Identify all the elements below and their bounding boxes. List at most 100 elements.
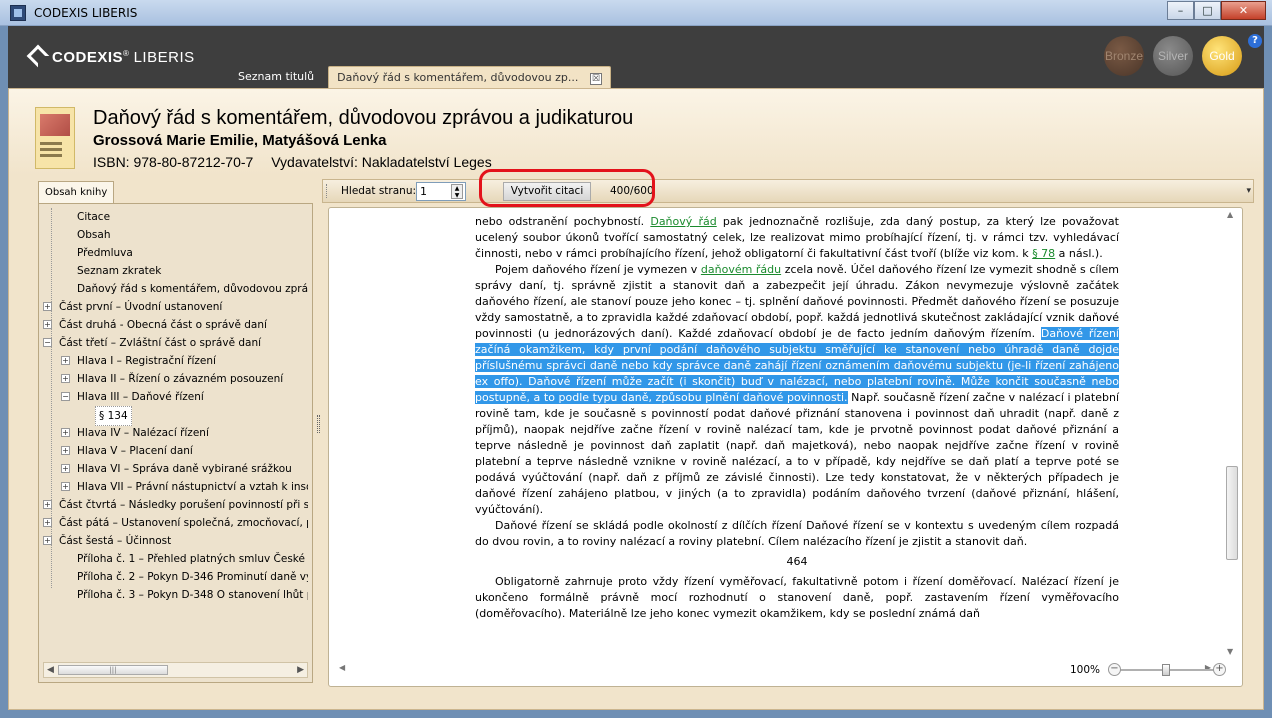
scroll-right-icon[interactable]: ▶ — [297, 665, 304, 675]
tree-item[interactable]: + Hlava I – Registrační řízení — [43, 352, 308, 370]
page-number: 464 — [786, 555, 808, 568]
tab-current-book[interactable]: Daňový řád s komentářem, důvodovou zp...… — [328, 66, 611, 88]
zoom-slider[interactable]: − + — [1108, 663, 1226, 677]
tree-item[interactable]: Příloha č. 2 – Pokyn D-346 Prominutí dan… — [43, 568, 308, 586]
tree-item[interactable]: + Hlava V – Placení daní — [43, 442, 308, 460]
contents-panel: Citace Obsah Předmluva Seznam zkratek Daňový… — [38, 203, 313, 683]
window-titlebar: CODEXIS LIBERIS – □ ✕ — [0, 0, 1272, 26]
paragraph-4: Obligatorně zahrnuje proto vždy řízení v… — [475, 575, 1119, 620]
page-number-input[interactable]: 1 ▲ ▼ — [416, 182, 466, 201]
app-icon — [10, 5, 26, 21]
tree-item[interactable]: Citace — [43, 208, 308, 226]
panel-splitter[interactable] — [317, 415, 320, 433]
collapse-icon[interactable]: − — [43, 338, 52, 347]
maximize-button[interactable]: □ — [1194, 1, 1221, 20]
tree-item-label: Část první – Úvodní ustanovení — [59, 301, 223, 313]
tree-item[interactable]: + Hlava VI – Správa daně vybirané srážkou — [43, 460, 308, 478]
contents-tree: Citace Obsah Předmluva Seznam zkratek Daňový… — [43, 208, 308, 658]
law-link[interactable]: § 78 — [1032, 247, 1055, 260]
law-link[interactable]: daňovém řádu — [701, 263, 781, 276]
book-isbn: ISBN: 978-80-87212-70-7 — [93, 154, 254, 170]
tree-item[interactable]: Obsah — [43, 226, 308, 244]
document-reader: nebo odstranění pochybností. Daňový řád … — [328, 207, 1243, 687]
window-title: CODEXIS LIBERIS — [34, 6, 138, 20]
window-controls: – □ ✕ — [1167, 1, 1266, 20]
annotation-circle — [479, 169, 655, 207]
codexis-logo: CODEXIS® LIBERIS — [26, 44, 195, 68]
reader-scroll-left-icon[interactable]: ◀ — [339, 663, 345, 672]
text-run: Pojem daňového řízení je vymezen v — [495, 263, 701, 276]
expand-icon[interactable]: + — [43, 500, 52, 509]
reader-vertical-scrollbar[interactable]: ▲ ▼ — [1225, 210, 1239, 656]
expand-icon[interactable]: + — [43, 302, 52, 311]
tree-item-label: Seznam zkratek — [77, 265, 162, 277]
tree-item[interactable]: + Hlava VII – Právní nástupnictví a vztah… — [43, 478, 308, 496]
app-header: CODEXIS® LIBERIS Seznam titulů Daňový řá… — [8, 26, 1264, 88]
silver-badge[interactable]: Silver — [1153, 36, 1193, 76]
logo-text-bold: CODEXIS — [52, 49, 124, 66]
tree-item[interactable]: Příloha č. 1 – Přehled platných smluv Če… — [43, 550, 308, 568]
tree-item-label: Hlava VII – Právní nástupnictví a vztah … — [77, 481, 308, 493]
tree-item[interactable]: − Hlava III – Daňové řízení — [43, 388, 308, 406]
expand-icon[interactable]: + — [43, 518, 52, 527]
expand-icon[interactable]: + — [61, 374, 70, 383]
close-button[interactable]: ✕ — [1221, 1, 1266, 20]
tree-item[interactable]: Předmluva — [43, 244, 308, 262]
tree-item-label: Příloha č. 3 – Pokyn D-348 O stanovení l… — [77, 589, 308, 601]
tree-horizontal-scrollbar[interactable]: ◀ ||| ▶ — [43, 662, 308, 678]
zoom-out-button[interactable]: − — [1108, 663, 1121, 676]
expand-icon[interactable]: + — [61, 356, 70, 365]
tree-item[interactable]: Daňový řád s komentářem, důvodovou zpráv… — [43, 280, 308, 298]
tree-item[interactable]: Seznam zkratek — [43, 262, 308, 280]
tree-item[interactable]: + Část druhá - Obecná část o správě daní — [43, 316, 308, 334]
tree-item-label: Příloha č. 2 – Pokyn D-346 Prominutí dan… — [77, 571, 308, 583]
tab-book-contents[interactable]: Obsah knihy — [38, 181, 115, 203]
expand-icon[interactable]: + — [61, 464, 70, 473]
reader-toolbar: Hledat stranu: 1 ▲ ▼ Vytvořit citaci 400/… — [322, 179, 1254, 203]
expand-icon[interactable]: + — [43, 320, 52, 329]
expand-icon[interactable]: + — [43, 536, 52, 545]
minimize-button[interactable]: – — [1167, 1, 1194, 20]
toolbar-overflow-icon[interactable]: ▾ — [1246, 186, 1251, 196]
expand-icon[interactable]: + — [61, 482, 70, 491]
logo-icon — [26, 44, 50, 68]
reader-scroll-thumb[interactable] — [1226, 466, 1238, 560]
tab-title-list[interactable]: Seznam titulů — [230, 66, 322, 88]
scroll-up-icon[interactable]: ▲ — [1227, 210, 1233, 219]
tree-item[interactable]: + Část čtvrtá – Následky porušení povinno… — [43, 496, 308, 514]
tree-item[interactable]: § 134 — [43, 406, 308, 426]
tree-item[interactable]: − Část třetí – Zvláštní část o správě dan… — [43, 334, 308, 352]
tree-item-label: Hlava V – Placení daní — [77, 445, 193, 457]
book-authors: Grossová Marie Emilie, Matyášová Lenka — [93, 132, 387, 149]
scroll-thumb[interactable]: ||| — [58, 665, 168, 675]
bronze-badge[interactable]: Bronze — [1104, 36, 1144, 76]
tab-close-icon[interactable]: ☒ — [589, 73, 602, 85]
law-link[interactable]: Daňový řád — [650, 215, 716, 228]
help-icon[interactable]: ? — [1248, 34, 1262, 48]
collapse-icon[interactable]: − — [61, 392, 70, 401]
scroll-down-icon[interactable]: ▼ — [1227, 647, 1233, 656]
tree-item[interactable]: + Část první – Úvodní ustanovení — [43, 298, 308, 316]
tree-item[interactable]: + Část pátá – Ustanovení společná, zmocňo… — [43, 514, 308, 532]
tree-item[interactable]: + Část šestá – Účinnost — [43, 532, 308, 550]
text-run: nebo odstranění pochybností. — [475, 215, 651, 228]
book-meta: ISBN: 978-80-87212-70-7 Vydavatelství: N… — [93, 154, 506, 170]
license-badges: Bronze Silver Gold — [1095, 36, 1242, 76]
zoom-in-button[interactable]: + — [1213, 663, 1226, 676]
tree-item[interactable]: + Hlava IV – Nalézací řízení — [43, 424, 308, 442]
gold-badge[interactable]: Gold — [1202, 36, 1242, 76]
tree-item-label: § 134 — [95, 406, 132, 426]
page-spinner-icon[interactable]: ▲ ▼ — [451, 184, 463, 199]
book-publisher: Vydavatelství: Nakladatelství Leges — [271, 154, 492, 170]
expand-icon[interactable]: + — [61, 428, 70, 437]
zoom-knob[interactable] — [1162, 664, 1170, 676]
book-cover-image — [35, 107, 75, 169]
text-run: a násl.). — [1055, 247, 1103, 260]
tree-item[interactable]: + Hlava II – Řízení o závazném posouzení — [43, 370, 308, 388]
expand-icon[interactable]: + — [61, 446, 70, 455]
tree-item[interactable]: Příloha č. 3 – Pokyn D-348 O stanovení l… — [43, 586, 308, 604]
scroll-left-icon[interactable]: ◀ — [47, 665, 54, 675]
tree-item-label: Hlava I – Registrační řízení — [77, 355, 216, 367]
tree-item-label: Hlava II – Řízení o závazném posouzení — [77, 373, 284, 385]
zoom-level: 100% — [1070, 664, 1101, 676]
